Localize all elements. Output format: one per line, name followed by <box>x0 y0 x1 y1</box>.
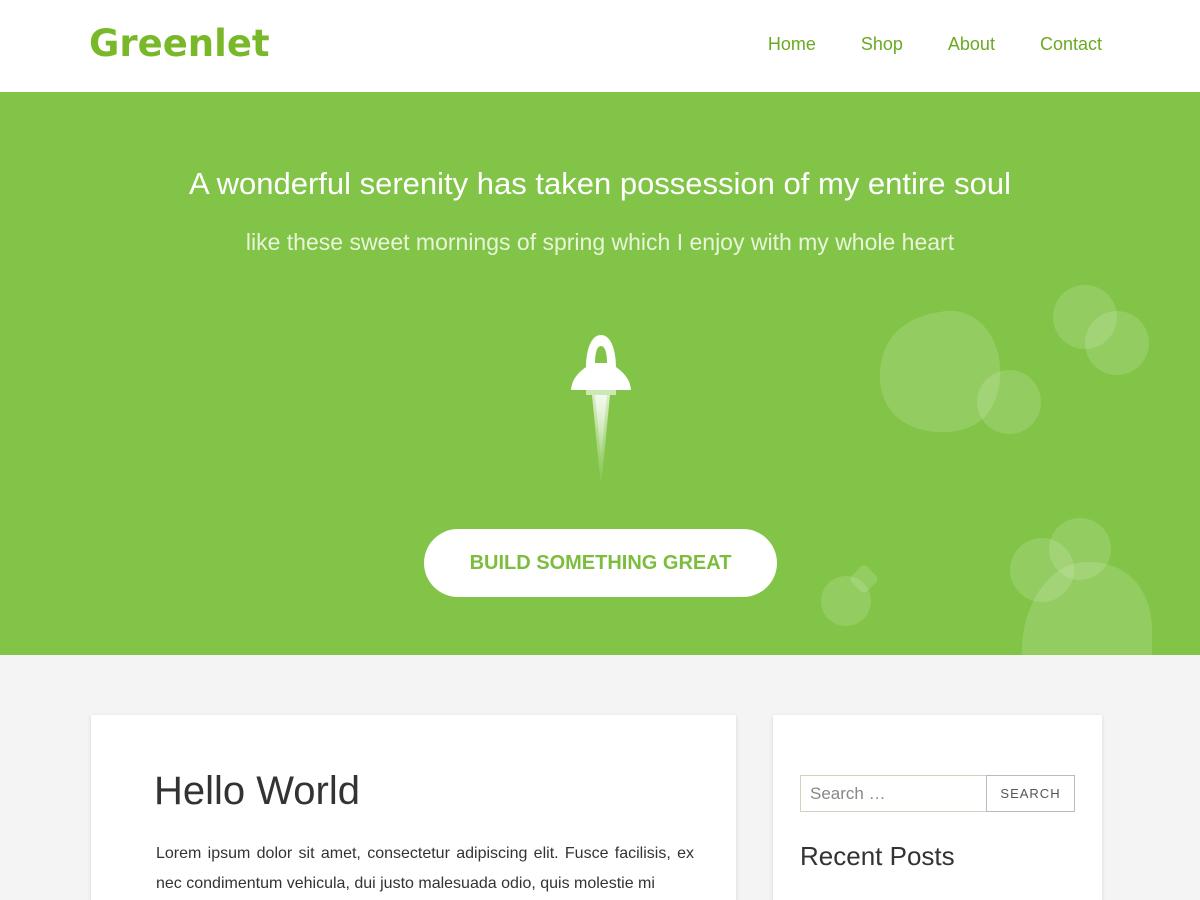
post-title[interactable]: Hello World <box>154 767 360 815</box>
hero-banner: A wonderful serenity has taken possessio… <box>0 92 1200 655</box>
site-logo[interactable]: Greenlet <box>89 22 270 66</box>
build-something-great-button[interactable]: BUILD SOMETHING GREAT <box>424 529 777 597</box>
main-nav: Home Shop About Contact <box>723 33 1102 55</box>
nav-item-shop[interactable]: Shop <box>861 33 903 55</box>
search-input[interactable] <box>800 775 987 812</box>
nav-item-about[interactable]: About <box>948 33 995 55</box>
nav-item-contact[interactable]: Contact <box>1040 33 1102 55</box>
hero-subtitle: like these sweet mornings of spring whic… <box>245 229 955 255</box>
post-excerpt: Lorem ipsum dolor sit amet, consectetur … <box>156 845 694 892</box>
post-card: Hello World Lorem ipsum dolor sit amet, … <box>91 715 736 900</box>
rocket-icon <box>571 335 631 487</box>
sidebar: SEARCH Recent Posts <box>773 715 1102 900</box>
site-header: Greenlet Home Shop About Contact <box>0 0 1200 92</box>
hero-title: A wonderful serenity has taken possessio… <box>189 166 1011 201</box>
recent-posts-heading: Recent Posts <box>800 841 955 871</box>
search-button[interactable]: SEARCH <box>986 775 1075 812</box>
nav-item-home[interactable]: Home <box>768 33 816 55</box>
